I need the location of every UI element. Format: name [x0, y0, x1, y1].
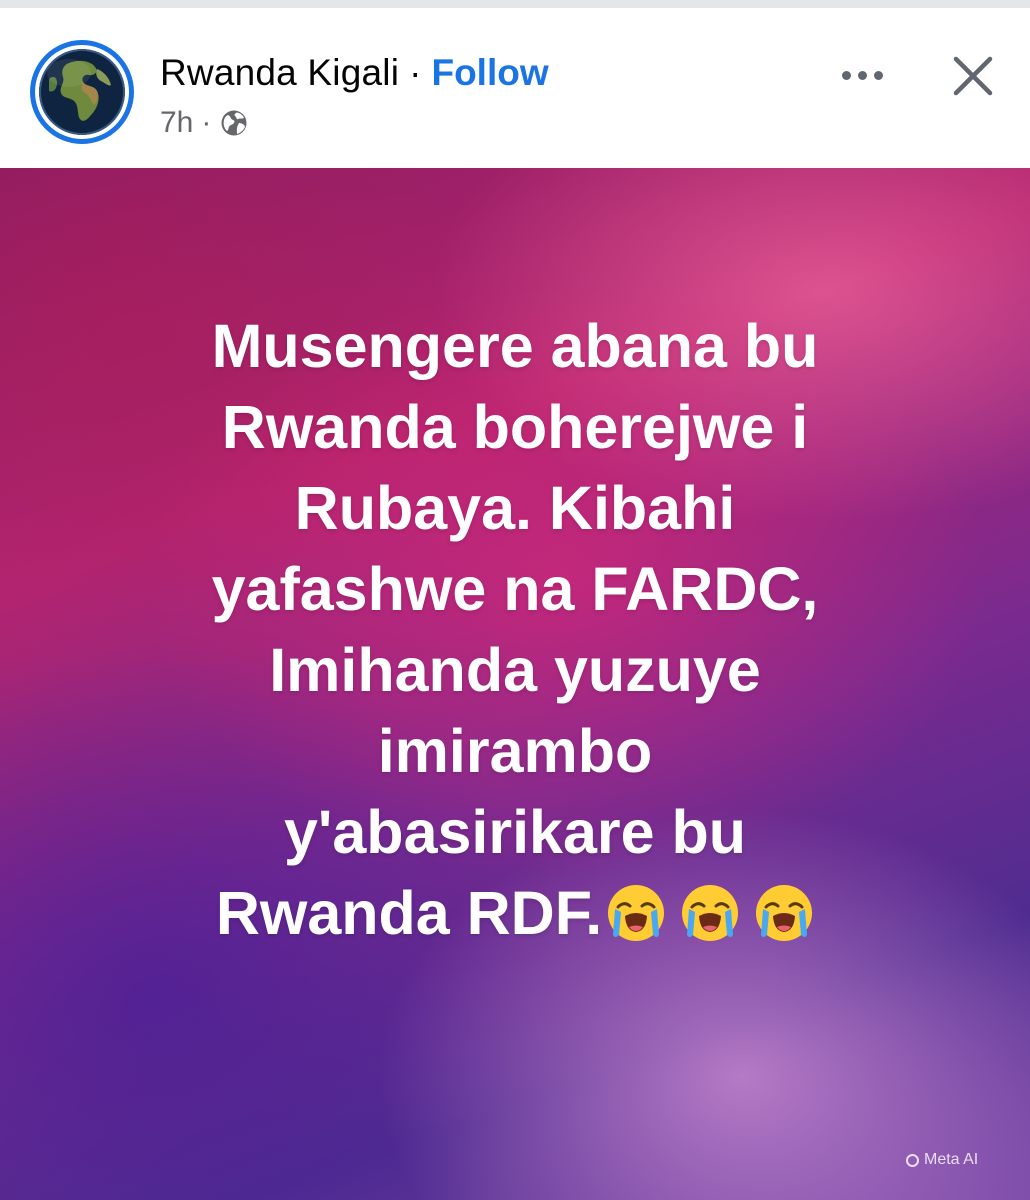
meta-ai-label: Meta AI [924, 1151, 979, 1168]
more-dot [857, 70, 867, 80]
post-text: Musengere abana bu Rwanda boherejwe i Ru… [40, 306, 990, 954]
separator-dot: · [409, 52, 422, 93]
post-text-line: Rwanda boherejwe i [221, 393, 809, 461]
post-text-line: Rubaya. Kibahi [294, 474, 736, 542]
globe-icon [219, 108, 249, 138]
post-timestamp[interactable]: 7h [160, 106, 193, 140]
crying-face-emoji-icon [756, 885, 813, 941]
emoji-group [606, 879, 814, 947]
more-options-button[interactable] [833, 58, 891, 92]
meta-ai-icon [906, 1153, 919, 1167]
post-text-line: y'abasirikare bu [283, 798, 747, 866]
post-text-line: yafashwe na FARDC, [211, 555, 819, 623]
earth-globe-icon [39, 49, 125, 135]
meta-ai-watermark: Meta AI [906, 1151, 978, 1169]
crying-face-emoji-icon [608, 885, 665, 941]
post-text-line: Musengere abana bu [211, 312, 819, 380]
post-meta: 7h · [160, 106, 249, 140]
meta-separator-dot: · [201, 106, 212, 139]
top-strip [0, 0, 1030, 8]
post-text-line: imirambo [377, 717, 653, 785]
close-icon[interactable] [948, 51, 998, 101]
avatar[interactable] [30, 40, 134, 144]
post-text-line: Rwanda RDF. [215, 879, 603, 947]
author-row: Rwanda Kigali · Follow [160, 52, 549, 94]
more-dot [841, 70, 851, 80]
follow-button[interactable]: Follow [431, 52, 548, 94]
more-dot [873, 70, 883, 80]
post-text-last-line: Rwanda RDF. [40, 873, 990, 954]
post-text-line: Imihanda yuzuye [269, 636, 761, 704]
avatar-ring [35, 45, 129, 139]
post-header: Rwanda Kigali · Follow 7h · [0, 8, 1030, 168]
crying-face-emoji-icon [682, 885, 739, 941]
page-name[interactable]: Rwanda Kigali [160, 52, 399, 94]
